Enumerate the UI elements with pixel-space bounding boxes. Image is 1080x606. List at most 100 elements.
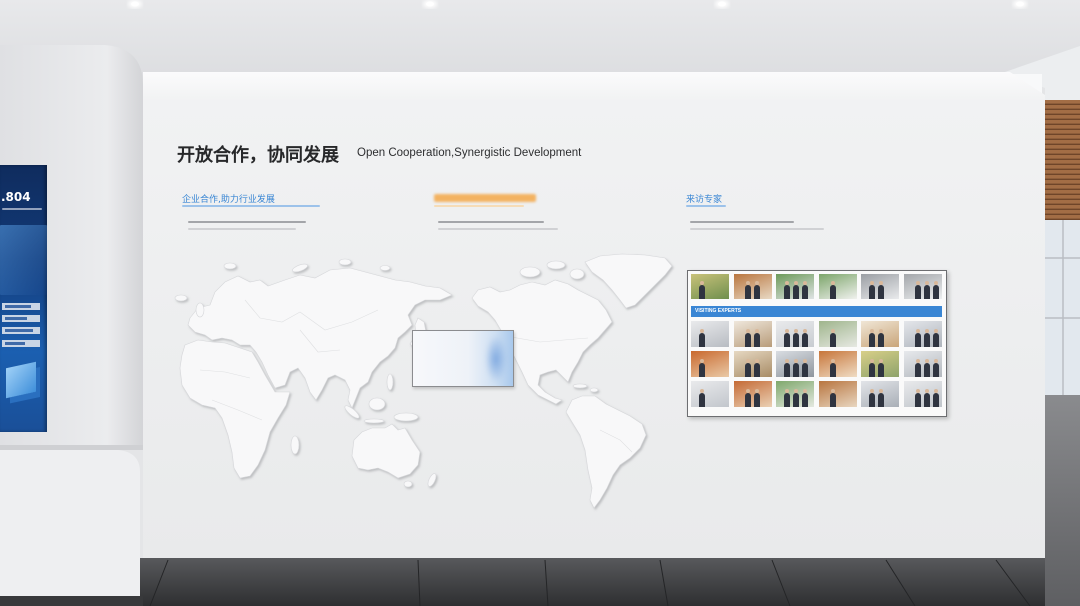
person-figure <box>744 285 751 299</box>
person-head <box>870 329 874 333</box>
person-figure <box>829 333 836 347</box>
column-heading-visiting-experts: 来访专家 <box>686 195 723 205</box>
person-head <box>700 389 704 393</box>
screen-graphic <box>0 225 47 295</box>
island-iceland <box>174 294 188 302</box>
island-arctic-canada <box>519 266 541 278</box>
person-head <box>924 389 929 393</box>
person-figure <box>869 285 875 299</box>
photo-thumbnail <box>861 351 899 377</box>
column-body-line <box>690 228 824 230</box>
island-cuba <box>572 383 588 389</box>
person-head <box>785 281 789 285</box>
person-head <box>745 281 750 285</box>
photo-thumbnail <box>776 351 814 377</box>
person-figure <box>784 333 790 347</box>
person-figure <box>878 285 884 299</box>
person-head <box>870 389 874 393</box>
person-figure <box>923 393 930 407</box>
person-head <box>803 329 807 333</box>
island-new-siberian <box>379 265 391 271</box>
photo-thumbnail <box>903 321 942 347</box>
person-head <box>754 359 759 363</box>
map-display-screen <box>412 330 514 387</box>
photo-thumbnail <box>776 274 814 299</box>
photo-thumbnail <box>776 381 814 407</box>
person-head <box>803 359 807 363</box>
left-column-reveal <box>0 445 143 450</box>
person-figure <box>829 285 836 299</box>
person-figure <box>878 363 884 377</box>
photo-thumbnail <box>691 274 729 299</box>
screen-list-item <box>2 315 40 322</box>
person-figure <box>869 333 875 347</box>
column-body-line <box>188 228 296 230</box>
photo-thumbnail <box>818 381 857 407</box>
main-floor <box>0 558 1045 606</box>
photo-thumbnail <box>776 321 814 347</box>
person-figure <box>753 333 760 347</box>
person-head <box>754 281 759 285</box>
person-head <box>933 281 938 285</box>
photo-wall-band-label: VISITING EXPERTS <box>695 308 742 314</box>
person-figure <box>914 363 921 377</box>
person-figure <box>914 333 921 347</box>
left-display-screen: .804 <box>0 165 47 432</box>
person-figure <box>923 285 930 299</box>
screen-glow <box>485 335 507 383</box>
person-figure <box>784 363 790 377</box>
person-head <box>785 359 789 363</box>
person-figure <box>802 363 808 377</box>
person-head <box>794 329 798 333</box>
person-figure <box>699 363 705 377</box>
person-figure <box>744 393 751 407</box>
person-head <box>830 329 835 333</box>
person-head <box>754 329 759 333</box>
person-figure <box>753 393 760 407</box>
photo-thumbnail <box>691 381 729 407</box>
person-figure <box>753 285 760 299</box>
island-tasmania <box>403 480 413 488</box>
person-head <box>830 281 835 285</box>
visiting-experts-photo-wall: VISITING EXPERTS <box>687 270 947 417</box>
photo-thumbnail <box>733 274 772 299</box>
screen-list-item <box>2 327 40 334</box>
person-head <box>794 359 798 363</box>
person-head <box>933 359 938 363</box>
wall-title-english: Open Cooperation,Synergistic Development <box>357 147 582 159</box>
person-head <box>924 359 929 363</box>
person-head <box>700 359 704 363</box>
island-philippines <box>386 373 394 391</box>
column-subtitle-line <box>686 205 726 207</box>
person-figure <box>878 393 884 407</box>
person-figure <box>699 285 705 299</box>
person-head <box>879 389 883 393</box>
screen-figure: .804 <box>1 190 31 204</box>
island-severnaya <box>338 258 352 266</box>
person-figure <box>932 393 939 407</box>
person-head <box>879 329 883 333</box>
person-figure <box>793 363 799 377</box>
person-figure <box>829 363 836 377</box>
person-figure <box>869 393 875 407</box>
person-head <box>803 389 807 393</box>
person-figure <box>869 363 875 377</box>
person-head <box>700 281 704 285</box>
person-figure <box>793 285 799 299</box>
person-head <box>794 389 798 393</box>
screen-cube-graphic <box>6 361 36 399</box>
person-figure <box>932 333 939 347</box>
person-head <box>915 359 920 363</box>
person-figure <box>914 393 921 407</box>
person-figure <box>744 363 751 377</box>
island-madagascar <box>290 435 300 455</box>
photo-thumbnail <box>861 274 899 299</box>
photo-thumbnail <box>903 274 942 299</box>
wall-title-chinese: 开放合作，协同发展 <box>177 145 339 165</box>
person-head <box>879 359 883 363</box>
island-hispaniola <box>589 387 599 393</box>
island-java <box>363 418 385 424</box>
person-figure <box>802 393 808 407</box>
column-body-line <box>188 221 306 223</box>
person-head <box>785 389 789 393</box>
